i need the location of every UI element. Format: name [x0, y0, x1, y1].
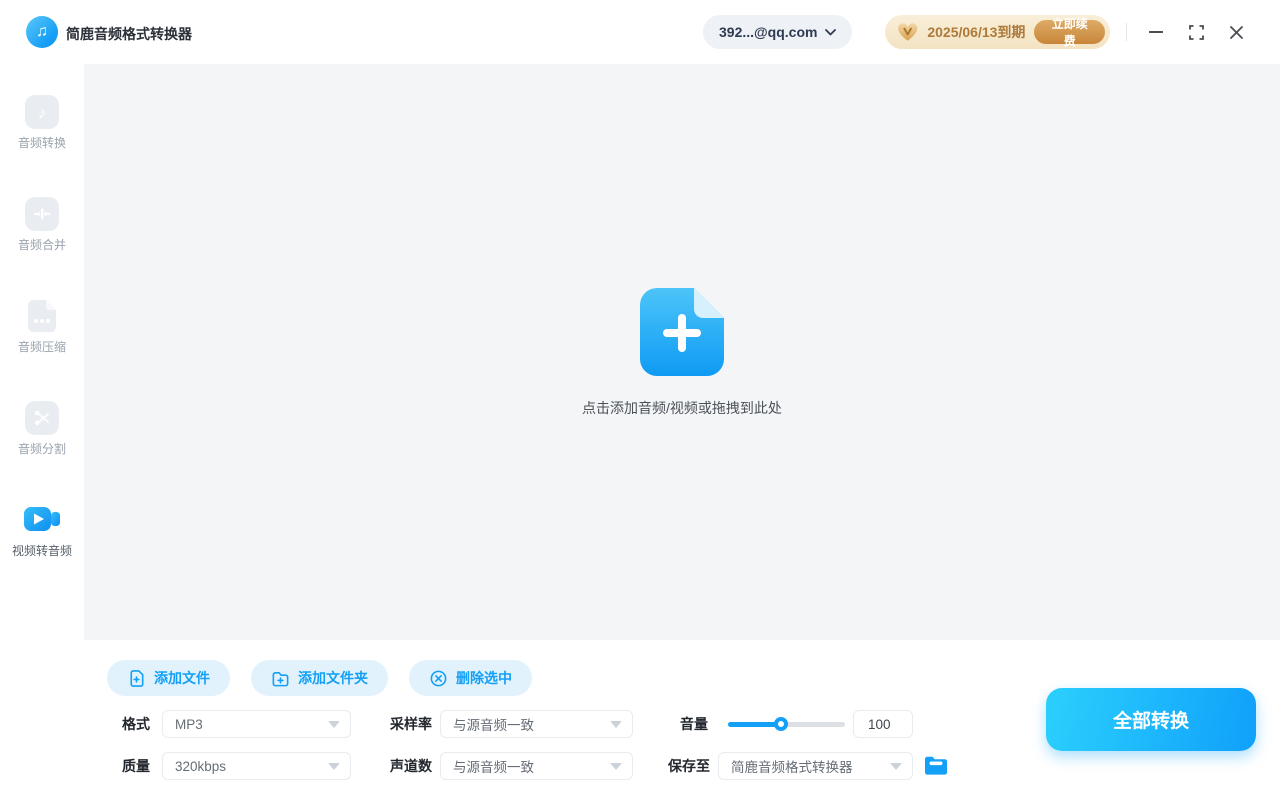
channels-value: 与源音频一致 — [453, 760, 534, 775]
format-value: MP3 — [175, 716, 203, 732]
dropzone[interactable]: 点击添加音频/视频或拖拽到此处 — [84, 64, 1280, 640]
dropdown-arrow-icon — [328, 720, 340, 728]
sidebar-item-label: 音频转换 — [17, 136, 66, 150]
merge-arrows-icon — [25, 197, 59, 231]
format-select[interactable]: MP3 — [162, 710, 351, 738]
add-folder-label: 添加文件夹 — [298, 670, 368, 686]
add-folder-button[interactable]: 添加文件夹 — [251, 660, 388, 696]
renew-now-button[interactable]: 立即续费 — [1034, 17, 1105, 48]
dropdown-arrow-icon — [890, 762, 902, 770]
volume-input[interactable] — [853, 710, 913, 738]
save-to-value: 简鹿音频格式转换器 — [731, 760, 853, 775]
add-file-button[interactable]: 添加文件 — [107, 660, 230, 696]
sidebar-item-audio-convert[interactable]: ♪ 音频转换 — [0, 95, 84, 151]
convert-all-button[interactable]: 全部转换 — [1046, 688, 1256, 751]
add-file-label: 添加文件 — [154, 670, 210, 686]
save-to-select[interactable]: 简鹿音频格式转换器 — [718, 752, 913, 780]
slider-thumb[interactable] — [773, 717, 788, 731]
volume-label: 音量 — [680, 716, 708, 732]
dropdown-arrow-icon — [610, 720, 622, 728]
sample-rate-select[interactable]: 与源音频一致 — [440, 710, 633, 738]
open-folder-button[interactable] — [923, 755, 949, 777]
blue-folder-icon — [925, 756, 947, 775]
chevron-down-icon — [825, 28, 837, 35]
sample-rate-value: 与源音频一致 — [453, 718, 534, 733]
sidebar-item-label: 音频分割 — [17, 442, 66, 456]
add-folder-icon — [272, 671, 289, 686]
delete-selected-label: 删除选中 — [456, 670, 512, 686]
titlebar: ♫ 简鹿音频格式转换器 392...@qq.com 2025/06/13到期 立… — [0, 0, 1280, 64]
slider-fill — [728, 722, 781, 727]
delete-selected-button[interactable]: 删除选中 — [409, 660, 532, 696]
channels-label: 声道数 — [390, 758, 432, 774]
sidebar: ♪ 音频转换 音频合并 音频压缩 音频分割 视频转音频 — [0, 64, 84, 800]
quality-label: 质量 — [122, 758, 150, 774]
sidebar-item-label: 音频压缩 — [17, 340, 66, 354]
quality-value: 320kbps — [175, 758, 227, 774]
sidebar-item-audio-merge[interactable]: 音频合并 — [0, 197, 84, 253]
video-camera-icon — [23, 501, 61, 537]
sample-rate-label: 采样率 — [390, 716, 432, 732]
bottom-panel: 添加文件 添加文件夹 删除选中 格式 MP3 采样率 与源音频一致 音量 100… — [84, 640, 1280, 800]
format-label: 格式 — [122, 716, 150, 732]
vip-icon — [898, 23, 918, 41]
quality-select[interactable]: 320kbps — [162, 752, 351, 780]
dropdown-arrow-icon — [610, 762, 622, 770]
sidebar-item-audio-compress[interactable]: 音频压缩 — [0, 299, 84, 355]
dropdown-arrow-icon — [328, 762, 340, 770]
maximize-button[interactable] — [1183, 19, 1209, 45]
scissors-icon — [25, 401, 59, 435]
vip-expiry-date: 2025/06/13到期 — [927, 24, 1026, 40]
sidebar-item-video-to-audio[interactable]: 视频转音频 — [0, 501, 84, 559]
account-dropdown[interactable]: 392...@qq.com — [703, 15, 853, 49]
toolbar: 添加文件 添加文件夹 删除选中 — [107, 660, 532, 696]
minimize-button[interactable] — [1143, 19, 1169, 45]
sidebar-item-label: 音频合并 — [17, 238, 66, 252]
volume-slider[interactable] — [728, 710, 845, 738]
vip-badge: 2025/06/13到期 立即续费 — [885, 15, 1110, 49]
save-to-label: 保存至 — [668, 758, 710, 774]
close-icon — [1229, 25, 1243, 39]
titlebar-divider — [1126, 23, 1127, 41]
app-title: 简鹿音频格式转换器 — [66, 26, 192, 42]
dropzone-hint: 点击添加音频/视频或拖拽到此处 — [582, 400, 782, 416]
account-email: 392...@qq.com — [719, 24, 818, 40]
close-button[interactable] — [1223, 19, 1249, 45]
compressed-file-icon — [25, 299, 59, 333]
add-file-icon — [130, 669, 144, 687]
maximize-icon — [1188, 24, 1204, 40]
minimize-icon — [1149, 31, 1163, 33]
delete-icon — [430, 670, 447, 686]
add-file-large-icon[interactable] — [640, 288, 724, 376]
sidebar-item-label: 视频转音频 — [11, 544, 72, 558]
music-note-icon: ♪ — [25, 95, 59, 129]
sidebar-item-audio-split[interactable]: 音频分割 — [0, 401, 84, 457]
app-logo-icon: ♫ — [26, 16, 58, 48]
channels-select[interactable]: 与源音频一致 — [440, 752, 633, 780]
